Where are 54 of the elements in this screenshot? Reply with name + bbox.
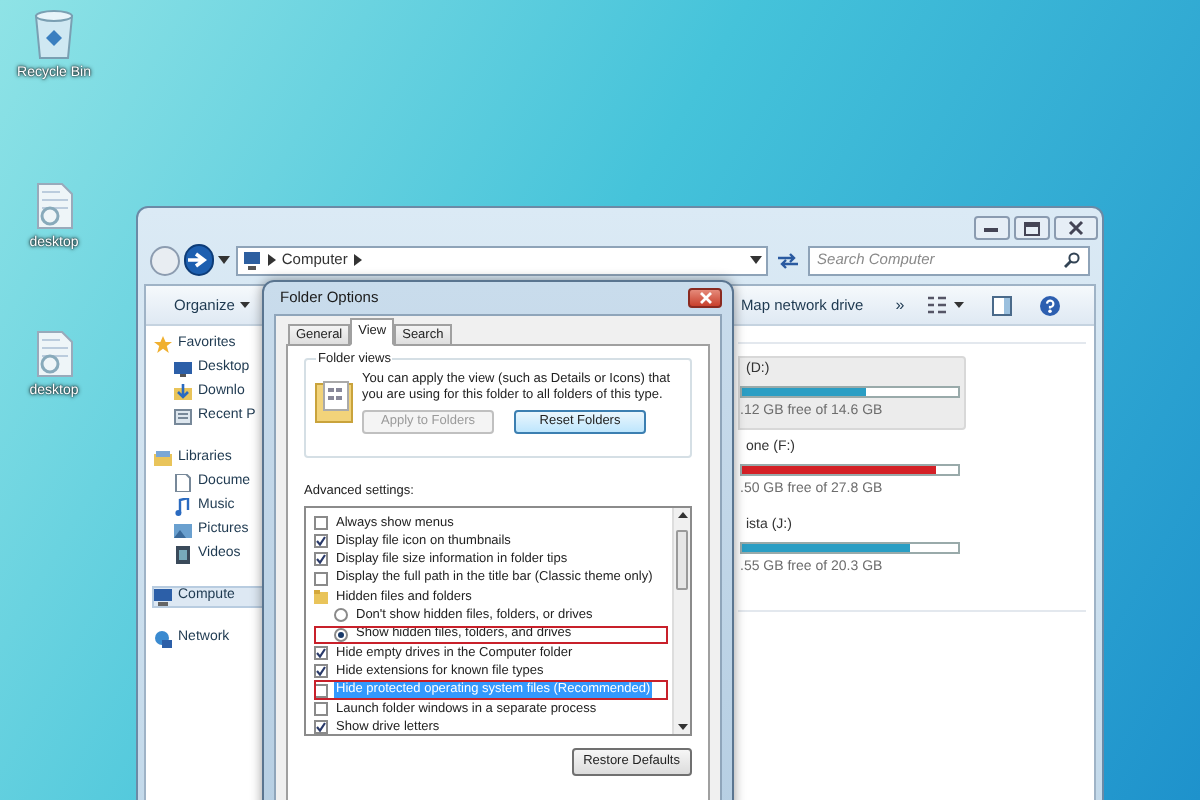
document-icon [34,181,74,229]
scroll-down-icon[interactable] [677,723,687,730]
more-button[interactable]: » [895,293,905,317]
scroll-up-icon[interactable] [677,511,687,518]
checkbox[interactable] [314,534,328,549]
search-icon [1063,252,1080,268]
document-icon [174,474,192,492]
checkbox[interactable] [314,645,328,660]
forward-button[interactable] [183,244,215,276]
globe-icon [154,630,172,648]
folder-icon [174,384,192,402]
checkbox[interactable] [314,515,328,530]
music-note-icon [174,498,192,516]
star-icon [154,336,172,354]
maximize-button[interactable] [1014,216,1050,240]
checkbox[interactable] [314,720,328,735]
close-button[interactable] [688,288,722,308]
folder-icon [314,376,354,424]
checkbox[interactable] [314,701,328,716]
close-icon [699,292,711,304]
close-button[interactable] [1054,216,1098,240]
computer-icon [154,588,172,606]
document-icon [34,330,74,378]
minimize-button[interactable] [974,216,1010,240]
film-icon [174,546,192,564]
folder-icon [314,590,328,605]
radio-button[interactable] [334,608,348,623]
dropdown-caret-icon[interactable] [218,256,230,264]
refresh-icon[interactable] [775,251,800,269]
monitor-icon [174,360,192,378]
checkbox[interactable] [314,552,328,567]
checkbox[interactable] [314,571,328,586]
scrollbar[interactable] [672,507,690,734]
computer-icon [241,251,262,269]
folder-icon [154,450,172,468]
help-icon[interactable] [1040,295,1061,315]
picture-icon [174,522,192,540]
caret-icon[interactable] [954,302,965,308]
chevron-icon [267,254,276,266]
checkbox[interactable] [314,664,328,679]
maximize-icon [1024,221,1040,235]
minimize-icon [984,225,1000,231]
list-icon [174,408,192,426]
check-icon [316,722,326,733]
chevron-icon [353,254,362,266]
arrow-icon [188,252,209,268]
caret-icon [240,302,251,308]
dropdown-caret-icon[interactable] [749,256,762,264]
checkbox[interactable] [314,683,328,698]
view-options-icon[interactable] [928,296,947,314]
close-icon [1068,220,1084,236]
radio-button[interactable] [334,627,348,642]
recycle-bin-icon [32,8,76,60]
preview-pane-icon[interactable] [992,295,1013,315]
